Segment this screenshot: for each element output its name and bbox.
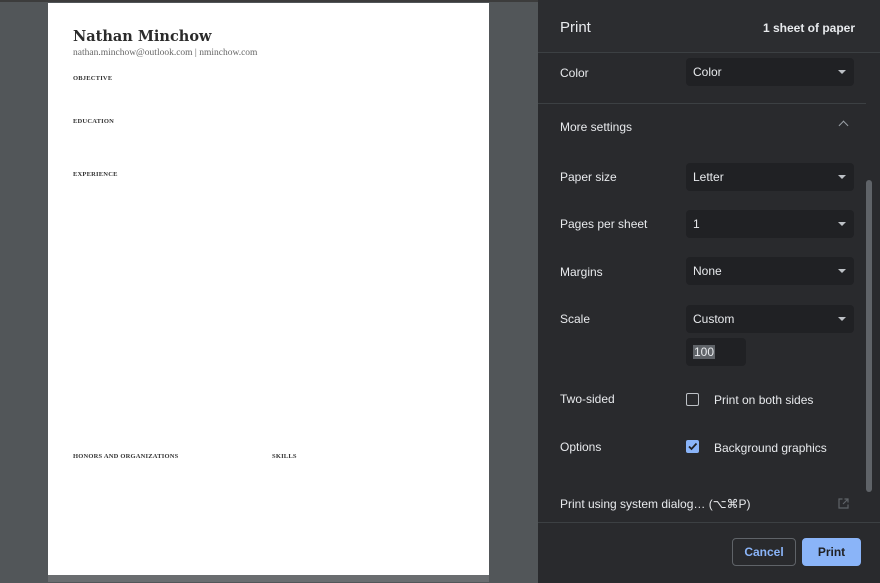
resume-name: Nathan Minchow — [73, 28, 212, 45]
section-skills: SKILLS — [272, 453, 297, 460]
two-sided-label: Two-sided — [560, 392, 615, 406]
color-select[interactable]: Color — [686, 58, 854, 86]
paper-size-value: Letter — [693, 170, 724, 184]
print-button[interactable]: Print — [802, 538, 861, 566]
resume-contact: nathan.minchow@outlook.com | nminchow.co… — [73, 48, 258, 58]
background-graphics-checkbox[interactable] — [686, 440, 699, 453]
chevron-down-icon — [838, 222, 846, 226]
chevron-down-icon — [838, 70, 846, 74]
cancel-button[interactable]: Cancel — [732, 538, 796, 566]
scale-label: Scale — [560, 312, 591, 326]
section-education: EDUCATION — [73, 118, 115, 125]
print-both-sides-checkbox[interactable] — [686, 393, 699, 406]
settings-scrollbar-thumb[interactable] — [866, 180, 872, 492]
color-select-value: Color — [693, 65, 722, 79]
pages-per-sheet-label: Pages per sheet — [560, 217, 648, 231]
section-experience: EXPERIENCE — [73, 171, 118, 178]
more-settings-toggle[interactable]: More settings — [560, 120, 632, 134]
margins-value: None — [693, 264, 722, 278]
pages-per-sheet-value: 1 — [693, 217, 700, 231]
print-settings-panel: Print 1 sheet of paper Color Color More … — [538, 0, 880, 583]
background-graphics-label[interactable]: Background graphics — [714, 441, 827, 455]
print-title: Print — [560, 19, 591, 36]
section-honors: HONORS AND ORGANIZATIONS — [73, 453, 179, 460]
system-dialog-link[interactable]: Print using system dialog… (⌥⌘P) — [560, 497, 751, 511]
preview-top-border — [0, 0, 538, 2]
sheet-count: 1 sheet of paper — [762, 21, 855, 35]
chevron-down-icon — [838, 269, 846, 273]
scale-select[interactable]: Custom — [686, 305, 854, 333]
margins-label: Margins — [560, 265, 603, 279]
chevron-up-icon[interactable] — [838, 120, 849, 131]
preview-page: Nathan Minchow nathan.minchow@outlook.co… — [48, 3, 489, 575]
pages-per-sheet-select[interactable]: 1 — [686, 210, 854, 238]
open-in-new-icon[interactable] — [838, 498, 849, 509]
next-page-edge — [48, 575, 489, 582]
paper-size-select[interactable]: Letter — [686, 163, 854, 191]
margins-select[interactable]: None — [686, 257, 854, 285]
section-divider — [538, 103, 866, 104]
panel-footer: Cancel Print — [538, 522, 880, 583]
custom-scale-value: 100 — [693, 345, 716, 359]
section-objective: OBJECTIVE — [73, 75, 113, 82]
options-label: Options — [560, 440, 602, 454]
chevron-down-icon — [838, 317, 846, 321]
color-label: Color — [560, 66, 589, 80]
print-preview-area: Nathan Minchow nathan.minchow@outlook.co… — [0, 0, 538, 582]
chevron-down-icon — [838, 175, 846, 179]
panel-header: Print 1 sheet of paper — [538, 0, 880, 53]
print-both-sides-label[interactable]: Print on both sides — [714, 393, 813, 407]
scale-value: Custom — [693, 312, 735, 326]
checkmark-icon — [688, 442, 698, 451]
paper-size-label: Paper size — [560, 170, 617, 184]
custom-scale-input[interactable]: 100 — [686, 338, 746, 366]
